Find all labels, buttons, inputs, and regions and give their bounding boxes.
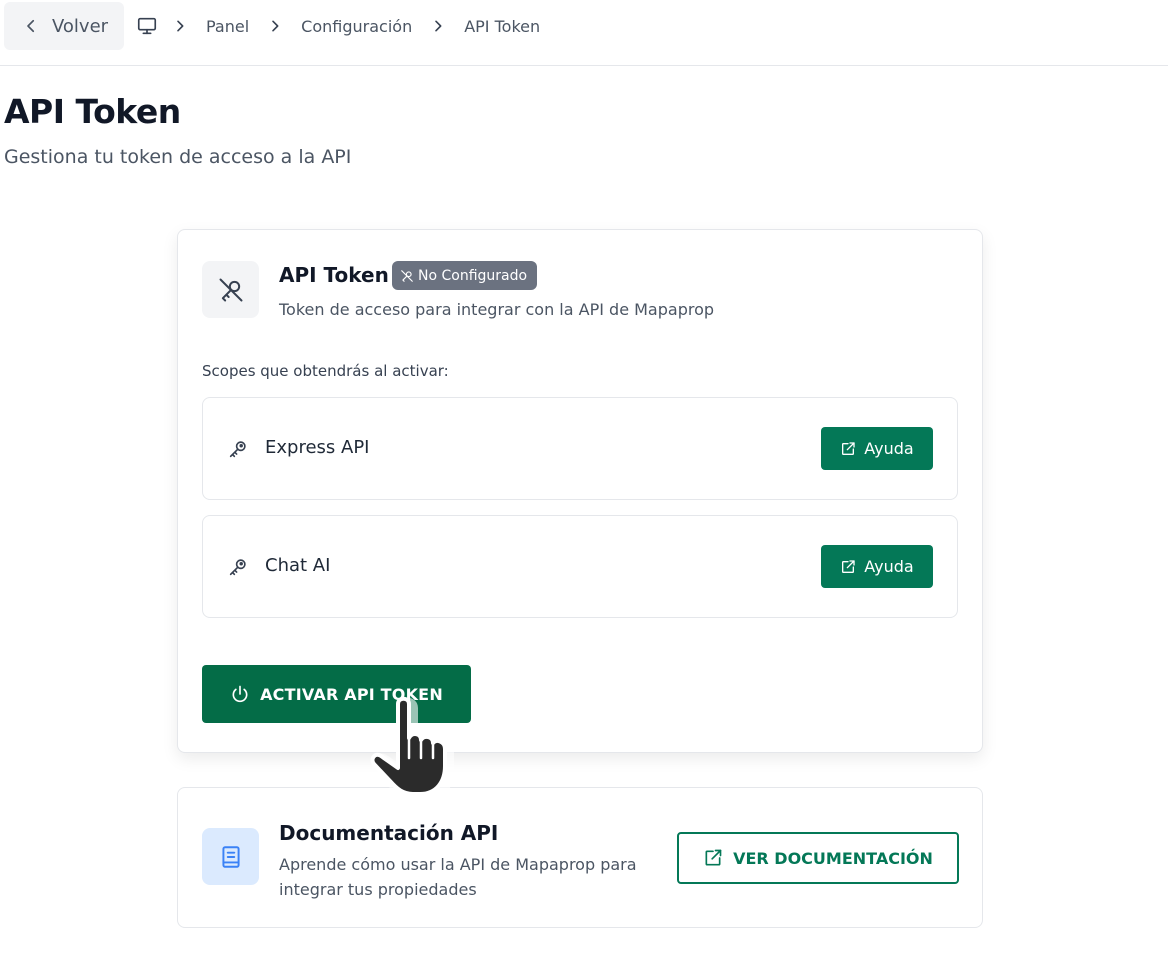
external-link-icon [842,441,855,455]
token-card-title: API Token [279,263,389,287]
chevron-right-icon [430,18,446,34]
external-link-icon [705,849,722,866]
breadcrumb-panel[interactable]: Panel [206,17,249,36]
key-off-icon [202,261,259,318]
top-bar: Volver Panel Configuración API Token [0,0,1168,66]
key-off-icon [401,269,413,282]
monitor-icon[interactable] [136,15,158,37]
help-button-express-api[interactable]: Ayuda [821,427,933,470]
help-button-label: Ayuda [864,557,914,576]
documentation-card: Documentación API Aprende cómo usar la A… [177,787,983,928]
book-icon [202,828,259,885]
activate-button-label: ACTIVAR API TOKEN [260,684,443,704]
status-badge-label: No Configurado [418,267,528,284]
external-link-icon [842,559,855,573]
breadcrumb-configuracion[interactable]: Configuración [301,17,412,36]
chevron-left-icon [27,19,35,33]
breadcrumb: Panel Configuración API Token [136,14,540,38]
scope-name: Express API [265,437,370,458]
key-icon [227,438,249,460]
help-button-chat-ai[interactable]: Ayuda [821,545,933,588]
view-documentation-button[interactable]: VER DOCUMENTACIÓN [677,832,959,884]
scope-name: Chat AI [265,555,331,576]
back-label: Volver [52,15,109,37]
token-card-description: Token de acceso para integrar con la API… [279,300,715,319]
chevron-right-icon [267,18,283,34]
api-token-card: API Token No Configurado Token de acceso… [177,229,983,753]
page-subtitle: Gestiona tu token de acceso a la API [4,146,352,168]
scope-row-express-api: Express API Ayuda [202,397,958,500]
help-button-label: Ayuda [864,439,914,458]
view-documentation-label: VER DOCUMENTACIÓN [733,848,933,868]
status-badge: No Configurado [392,261,538,290]
back-button[interactable]: Volver [4,2,124,50]
chevron-right-icon [172,18,188,34]
power-icon [232,685,248,703]
activate-api-token-button[interactable]: ACTIVAR API TOKEN [202,665,471,723]
scopes-label: Scopes que obtendrás al activar: [202,362,449,380]
scope-row-chat-ai: Chat AI Ayuda [202,515,958,618]
docs-card-title: Documentación API [279,821,499,845]
page-title: API Token [4,92,181,131]
breadcrumb-current: API Token [464,16,541,36]
docs-card-description: Aprende cómo usar la API de Mapaprop par… [279,855,637,899]
key-icon [227,556,249,578]
